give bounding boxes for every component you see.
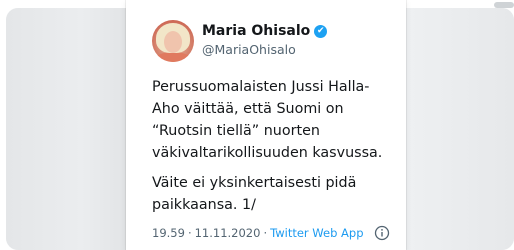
blurred-background-left [6,8,132,250]
tweet-meta: 19.59 · 11.11.2020 · Twitter Web App [152,226,392,240]
tweet-text: Perussuomalaisten Jussi Halla- Aho väitt… [152,76,412,216]
blurred-background-right [406,8,514,250]
avatar-face [164,31,182,53]
meta-separator: · [187,226,192,240]
verified-badge-icon: ✔ [314,24,328,38]
display-name[interactable]: Maria Ohisalo ✔ [202,23,328,39]
tweet-card: Maria Ohisalo ✔ @MariaOhisalo Perussuoma… [126,0,406,250]
meta-separator: · [263,226,268,240]
tweet-paragraph-1: Perussuomalaisten Jussi Halla- Aho väitt… [152,79,383,161]
tweet-paragraph-2: Väite ei yksinkertaisesti pidä paikkaans… [152,175,357,213]
avatar-shoulders [154,52,192,62]
tweet-date[interactable]: 11.11.2020 [195,226,261,240]
user-handle[interactable]: @MariaOhisalo [202,42,296,57]
display-name-text: Maria Ohisalo [202,23,311,39]
avatar[interactable] [152,20,194,62]
scrollbar-hint[interactable] [494,2,514,8]
info-icon[interactable] [374,225,390,241]
tweet-source-link[interactable]: Twitter Web App [270,226,363,240]
tweet-time[interactable]: 19.59 [152,226,185,240]
